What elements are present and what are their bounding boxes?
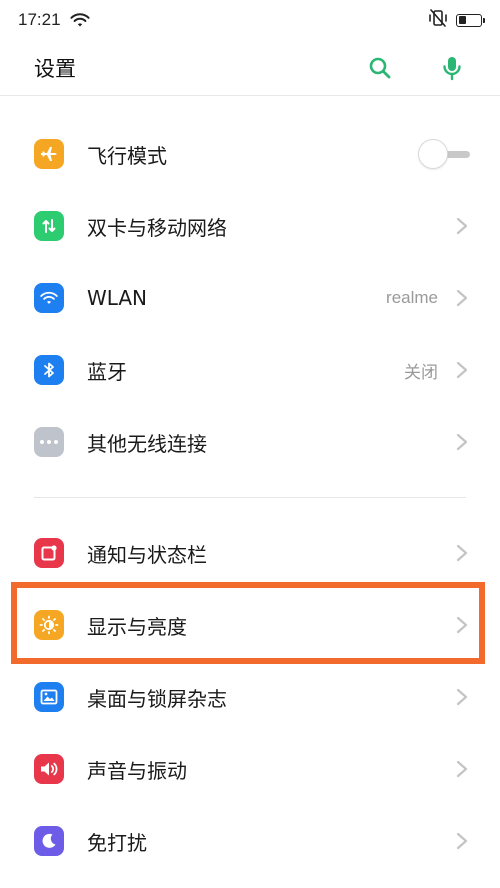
setting-notifications[interactable]: 通知与状态栏 — [0, 517, 500, 589]
setting-do-not-disturb[interactable]: 免打扰 — [0, 805, 500, 877]
setting-label: 声音与振动 — [87, 758, 187, 783]
microphone-icon — [443, 56, 461, 80]
chevron-right-icon — [456, 832, 468, 850]
setting-label: 免打扰 — [87, 830, 147, 855]
settings-screen: 17:21 设置 飞行模式 双卡与移动网络 WLAN realme 蓝牙 关闭 … — [0, 0, 500, 888]
battery-icon — [456, 13, 485, 27]
setting-home-lock-magazine[interactable]: 桌面与锁屏杂志 — [0, 661, 500, 733]
setting-bluetooth[interactable]: 蓝牙 关闭 — [0, 334, 500, 406]
wallpaper-icon — [34, 682, 64, 712]
setting-airplane-mode[interactable]: 飞行模式 — [0, 118, 500, 190]
brightness-icon — [34, 610, 64, 640]
status-time: 17:21 — [18, 10, 61, 29]
setting-sound-vibration[interactable]: 声音与振动 — [0, 733, 500, 805]
setting-label: 显示与亮度 — [87, 614, 187, 639]
search-button[interactable] — [366, 54, 394, 82]
page-title: 设置 — [34, 56, 76, 81]
setting-display-brightness[interactable]: 显示与亮度 — [0, 589, 500, 661]
status-bar: 17:21 — [0, 0, 500, 40]
setting-label: 飞行模式 — [87, 143, 167, 168]
vibrate-off-icon — [428, 9, 448, 31]
battery-level — [458, 16, 466, 24]
bluetooth-icon — [34, 355, 64, 385]
setting-label: WLAN — [87, 286, 148, 310]
settings-list: 飞行模式 双卡与移动网络 WLAN realme 蓝牙 关闭 其他无线连接 通知… — [0, 118, 500, 877]
sim-arrows-icon — [34, 211, 64, 241]
chevron-right-icon — [456, 289, 468, 307]
moon-icon — [34, 826, 64, 856]
setting-other-wireless[interactable]: 其他无线连接 — [0, 406, 500, 478]
setting-label: 双卡与移动网络 — [87, 215, 227, 240]
chevron-right-icon — [456, 361, 468, 379]
airplane-mode-toggle[interactable] — [418, 139, 470, 169]
group-divider — [34, 497, 466, 498]
wifi-icon — [69, 12, 91, 28]
setting-label: 其他无线连接 — [87, 431, 207, 456]
setting-label: 通知与状态栏 — [87, 542, 207, 567]
setting-value: realme — [386, 288, 438, 307]
setting-dual-sim-network[interactable]: 双卡与移动网络 — [0, 190, 500, 262]
chevron-right-icon — [456, 760, 468, 778]
setting-wlan[interactable]: WLAN realme — [0, 262, 500, 334]
chevron-right-icon — [456, 688, 468, 706]
more-dots-icon — [34, 427, 64, 457]
speaker-icon — [34, 754, 64, 784]
chevron-right-icon — [456, 433, 468, 451]
chevron-right-icon — [456, 217, 468, 235]
header-actions — [366, 54, 466, 82]
setting-label: 蓝牙 — [87, 359, 127, 384]
chevron-right-icon — [456, 616, 468, 634]
setting-label: 桌面与锁屏杂志 — [87, 686, 227, 711]
app-header: 设置 — [0, 40, 500, 96]
wifi-icon — [34, 283, 64, 313]
search-icon — [369, 57, 391, 78]
airplane-icon — [34, 139, 64, 169]
chevron-right-icon — [456, 544, 468, 562]
setting-value: 关闭 — [404, 362, 438, 382]
notification-icon — [34, 538, 64, 568]
voice-search-button[interactable] — [438, 54, 466, 82]
